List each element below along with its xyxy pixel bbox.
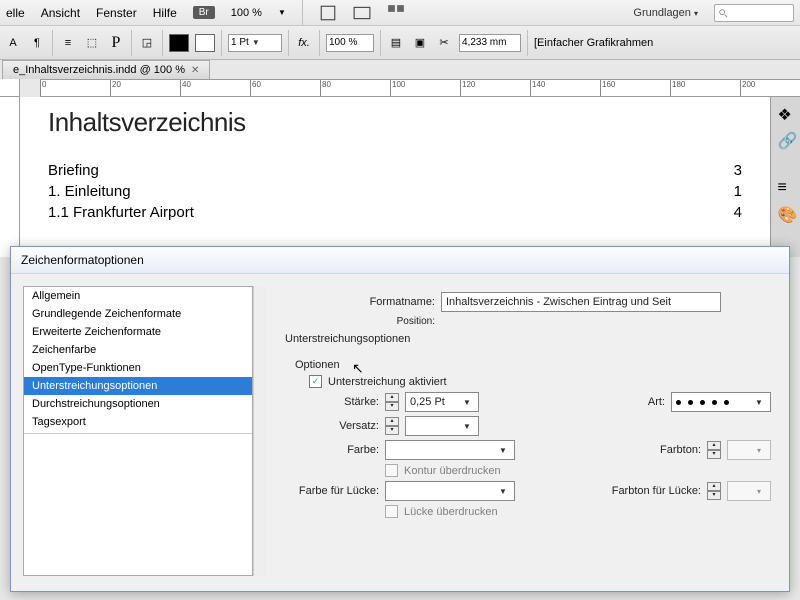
section-heading: Unterstreichungsoptionen [285,333,771,345]
toc-row: 1.1 Frankfurter Airport4 [48,204,742,221]
tab-title: e_Inhaltsverzeichnis.indd @ 100 % [13,64,185,76]
underline-active-label: Unterstreichung aktiviert [328,376,447,388]
corner-icon[interactable]: ◲ [138,34,156,52]
search-input[interactable] [714,4,794,22]
kontur-overprint-label: Kontur überdrucken [404,465,501,477]
position-label: Position: [285,316,435,327]
dialog-nav-item[interactable]: Allgemein [24,287,252,305]
layers-icon[interactable]: ❖ [778,105,794,121]
versatz-stepper[interactable]: ▴▾ [385,417,399,435]
control-toolbar: A ¶ ≡ ⬚ P ◲ 1 Pt▼ fx. 100 % ▤ ▣ ✂ 4,233 … [0,26,800,60]
farbe-dropdown[interactable]: ▼ [385,440,515,460]
farbton-lucke-label: Farbton für Lücke: [612,485,701,497]
lucke-overprint-checkbox [385,505,398,518]
farbe-lucke-label: Farbe für Lücke: [285,485,379,497]
stroke-swatch[interactable] [195,34,215,52]
zoom-level[interactable]: 100 % [231,7,262,19]
align-icon[interactable]: ≡ [59,34,77,52]
starke-stepper[interactable]: ▴▾ [385,393,399,411]
view-mode-icon[interactable] [319,4,337,22]
dialog-nav-item[interactable]: OpenType-Funktionen [24,359,252,377]
optionen-label: Optionen [295,359,771,371]
farbe-label: Farbe: [285,444,379,456]
dialog-nav-item[interactable]: Zeichenfarbe [24,341,252,359]
farbe-lucke-dropdown[interactable]: ▼ [385,481,515,501]
formatname-field[interactable]: Inhaltsverzeichnis - Zwischen Eintrag un… [441,292,721,312]
preview-area [24,433,252,575]
farbton-label: Farbton: [660,444,701,456]
versatz-field[interactable]: ▼ [405,416,479,436]
horizontal-ruler: 020406080100120140160180200 [40,79,800,97]
formatname-label: Formatname: [285,296,435,308]
drop-cap-icon[interactable]: P [107,34,125,52]
versatz-label: Versatz: [285,420,379,432]
dialog-nav: AllgemeinGrundlegende ZeichenformateErwe… [23,286,253,576]
bridge-icon[interactable]: Br [193,6,215,19]
char-style-options-dialog: Zeichenformatoptionen AllgemeinGrundlege… [10,246,790,592]
page-title: Inhaltsverzeichnis [48,107,742,138]
farbton-lucke-field[interactable]: ▾ [727,481,771,501]
toc-row: 1. Einleitung1 [48,183,742,200]
crop-icon[interactable]: ✂ [435,34,453,52]
dimension-field[interactable]: 4,233 mm [459,34,521,52]
stroke-icon[interactable]: ≡ [778,179,794,195]
fit-icon[interactable]: ▣ [411,34,429,52]
char-format-icon[interactable]: A [4,34,22,52]
toc-row: Briefing3 [48,162,742,179]
close-icon[interactable]: ✕ [191,65,199,76]
chevron-down-icon[interactable]: ▼ [278,8,286,17]
menu-item[interactable]: Fenster [96,6,137,20]
scale-field[interactable]: 100 % [326,34,374,52]
frame-style-label: [Einfacher Grafikrahmen [534,37,653,49]
dialog-nav-item[interactable]: Tagsexport [24,413,252,431]
arrange-icon[interactable] [387,4,405,22]
search-icon [718,8,728,18]
dialog-nav-item[interactable]: Unterstreichungsoptionen [24,377,252,395]
para-format-icon[interactable]: ¶ [28,34,46,52]
stroke-weight-field[interactable]: 1 Pt▼ [228,34,282,52]
document-tab[interactable]: e_Inhaltsverzeichnis.indd @ 100 % ✕ [2,60,210,79]
document-page[interactable]: Inhaltsverzeichnis Briefing3 1. Einleitun… [20,97,770,257]
wrap-icon[interactable]: ⬚ [83,34,101,52]
workspace-switcher[interactable]: Grundlagen ▾ [633,7,698,19]
lucke-overprint-label: Lücke überdrucken [404,506,498,518]
farbton-stepper[interactable]: ▴▾ [707,441,721,459]
underline-active-checkbox[interactable]: ✓ [309,375,322,388]
text-frame-icon[interactable]: ▤ [387,34,405,52]
menu-item[interactable]: Ansicht [41,6,80,20]
starke-label: Stärke: [285,396,379,408]
dialog-nav-item[interactable]: Grundlegende Zeichenformate [24,305,252,323]
farbton-lucke-stepper[interactable]: ▴▾ [707,482,721,500]
fill-swatch[interactable] [169,34,189,52]
menu-item[interactable]: elle [6,6,25,20]
color-icon[interactable]: 🎨 [778,205,794,221]
dialog-nav-item[interactable]: Erweiterte Zeichenformate [24,323,252,341]
document-tabs: e_Inhaltsverzeichnis.indd @ 100 % ✕ [0,60,800,79]
vertical-ruler [0,97,20,257]
links-icon[interactable]: 🔗 [778,131,794,147]
menubar: elle Ansicht Fenster Hilfe Br 100 % ▼ Gr… [0,0,800,26]
panel-dock: ❖ 🔗 ≡ 🎨 [770,97,800,257]
fx-icon[interactable]: fx. [295,34,313,52]
kontur-overprint-checkbox [385,464,398,477]
menu-item[interactable]: Hilfe [153,6,177,20]
scrollbar[interactable] [253,286,267,576]
farbton-field[interactable]: ▾ [727,440,771,460]
dialog-nav-item[interactable]: Durchstreichungsoptionen [24,395,252,413]
starke-field[interactable]: 0,25 Pt▼ [405,392,479,412]
art-dropdown[interactable]: ▼ [671,392,771,412]
dialog-title: Zeichenformatoptionen [11,247,789,274]
art-label: Art: [648,396,665,408]
screen-mode-icon[interactable] [353,4,371,22]
